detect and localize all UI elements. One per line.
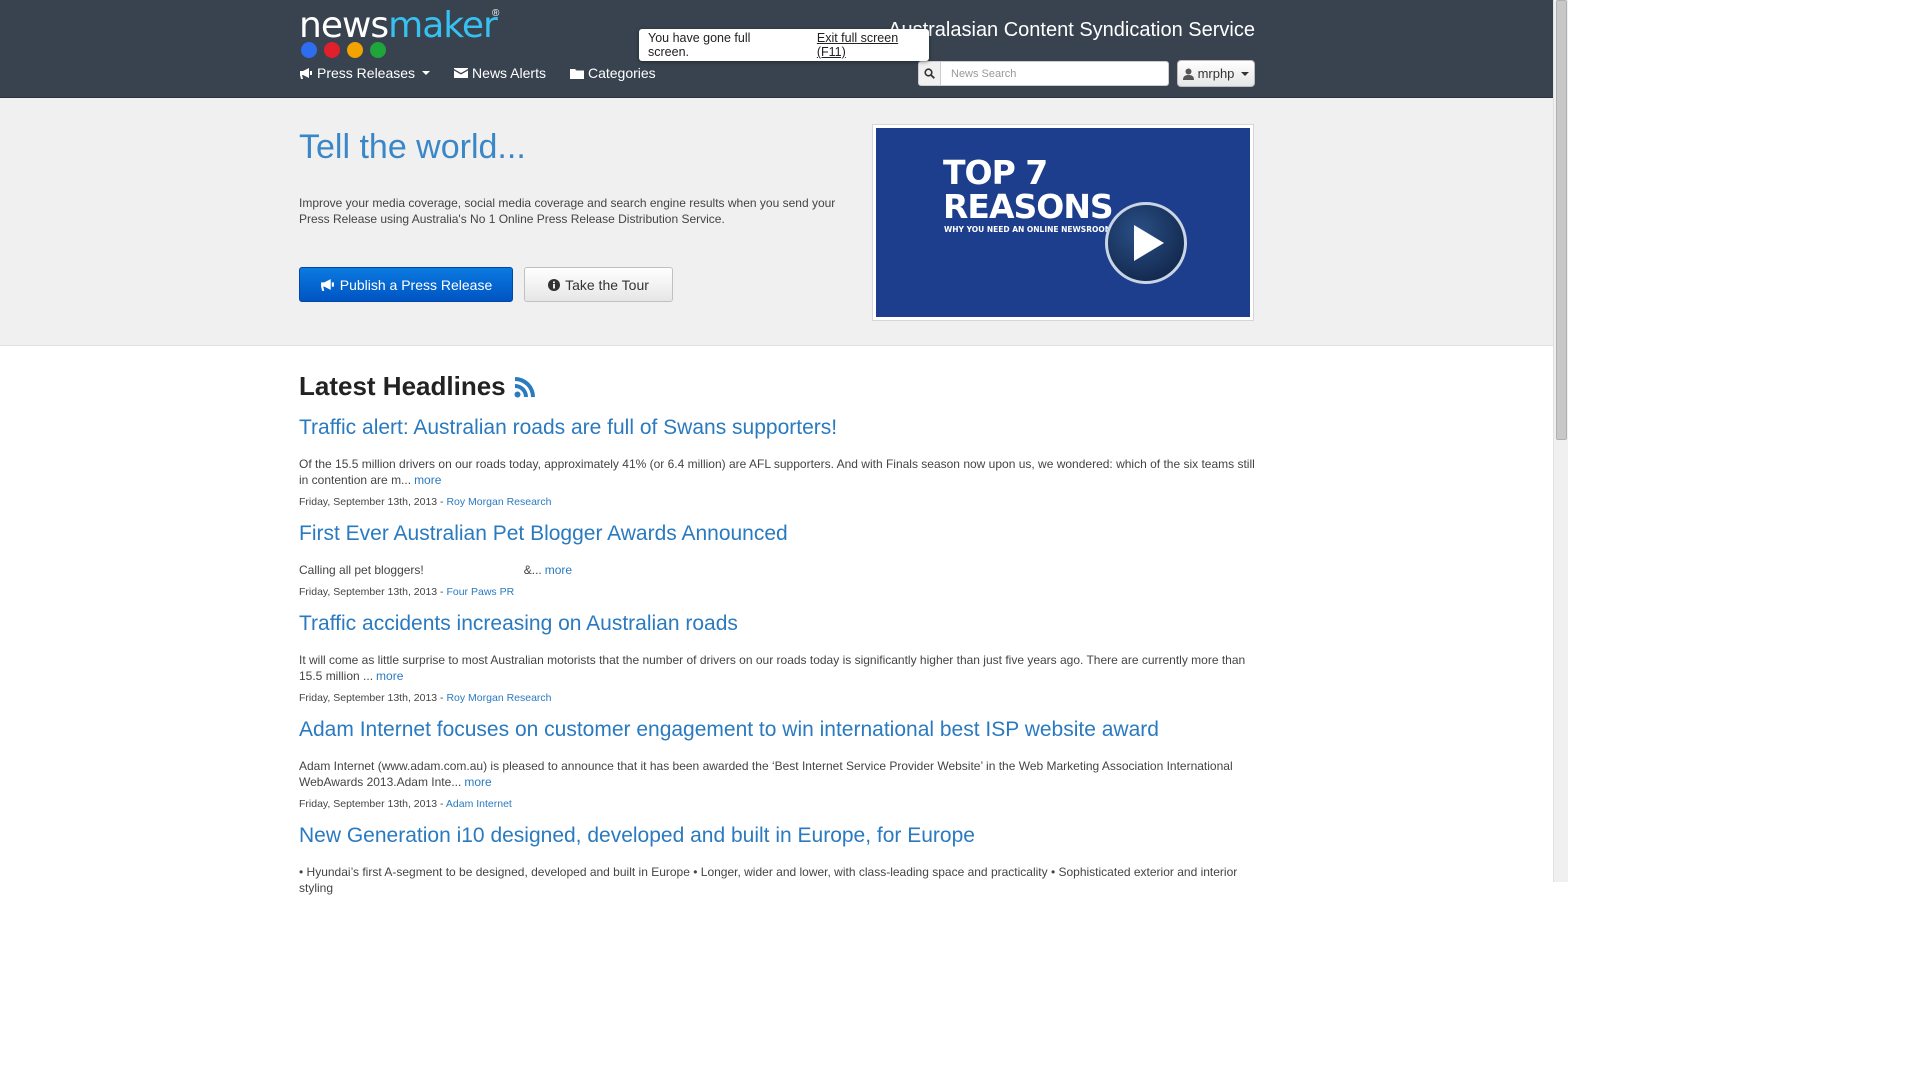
headline-source-link[interactable]: Roy Morgan Research xyxy=(446,496,551,508)
publish-press-release-button[interactable]: Publish a Press Release xyxy=(299,267,513,302)
user-icon xyxy=(1182,68,1194,80)
headline-date: Friday, September 13th, 2013 - xyxy=(299,692,447,704)
search-icon xyxy=(924,68,935,79)
info-icon xyxy=(548,278,561,291)
headline-excerpt: Adam Internet (www.adam.com.au) is pleas… xyxy=(299,758,1259,790)
nav-press-releases[interactable]: Press Releases xyxy=(299,65,431,81)
nav-news-alerts-label: News Alerts xyxy=(472,65,546,81)
nav-categories[interactable]: Categories xyxy=(569,65,656,81)
video-subtitle: WHY YOU NEED AN ONLINE NEWSROOM xyxy=(944,225,1113,234)
logo-registered-mark: ® xyxy=(492,8,500,19)
play-icon xyxy=(1134,225,1164,261)
headline-excerpt: Calling all pet bloggers! &... more xyxy=(299,562,1259,578)
tour-label: Take the Tour xyxy=(565,276,649,293)
read-more-link[interactable]: more xyxy=(545,563,572,577)
headline-excerpt-text: Of the 15.5 million drivers on our roads… xyxy=(299,457,1255,487)
video-player[interactable]: TOP 7 REASONS WHY YOU NEED AN ONLINE NEW… xyxy=(872,124,1254,321)
headline-source-link[interactable]: Roy Morgan Research xyxy=(446,692,551,704)
headline-source-link[interactable]: Four Paws PR xyxy=(446,586,514,598)
hero-title: Tell the world... xyxy=(299,128,526,166)
headline-source-link[interactable]: Adam Internet xyxy=(446,798,512,810)
fullscreen-message: You have gone full screen. xyxy=(648,31,751,59)
headline-excerpt-text: Calling all pet bloggers! &... xyxy=(299,563,542,577)
chevron-down-icon xyxy=(422,71,431,75)
nav-press-releases-label: Press Releases xyxy=(317,65,416,81)
exit-fullscreen-link[interactable]: Exit full screen (F11) xyxy=(817,31,929,59)
page-scrollbar[interactable] xyxy=(1553,0,1568,882)
take-tour-button[interactable]: Take the Tour xyxy=(524,267,673,302)
headline-item: Adam Internet focuses on customer engage… xyxy=(299,718,1259,810)
hero-description: Improve your media coverage, social medi… xyxy=(299,196,836,226)
logo-maker: maker xyxy=(388,5,498,46)
logo-dot-green xyxy=(370,42,386,58)
main-nav: Press Releases News Alerts Categories xyxy=(299,65,656,81)
play-button[interactable] xyxy=(1105,202,1187,284)
logo-dots xyxy=(301,42,386,58)
user-menu-button[interactable]: mrphp xyxy=(1177,60,1255,87)
headline-date: Friday, September 13th, 2013 - xyxy=(299,496,447,508)
hero-section: Tell the world... Improve your media cov… xyxy=(0,98,1553,346)
headline-title-link[interactable]: Traffic alert: Australian roads are full… xyxy=(299,416,1259,440)
headline-meta: Friday, September 13th, 2013 - Roy Morga… xyxy=(299,692,1259,704)
publish-label: Publish a Press Release xyxy=(339,276,493,293)
chevron-down-icon xyxy=(1241,71,1250,76)
headline-excerpt: It will come as little surprise to most … xyxy=(299,652,1259,684)
search-input[interactable] xyxy=(941,61,1169,86)
logo-dot-blue xyxy=(301,42,317,58)
search-button[interactable] xyxy=(918,61,941,86)
logo-dot-yellow xyxy=(347,42,363,58)
headline-meta: Friday, September 13th, 2013 - Four Paws… xyxy=(299,586,1259,598)
user-name: mrphp xyxy=(1197,66,1235,81)
rss-icon[interactable] xyxy=(514,376,536,398)
headline-excerpt-text: Adam Internet (www.adam.com.au) is pleas… xyxy=(299,759,1233,789)
video-thumbnail: TOP 7 REASONS WHY YOU NEED AN ONLINE NEW… xyxy=(876,128,1250,317)
headline-item: Traffic alert: Australian roads are full… xyxy=(299,416,1259,508)
nav-news-alerts[interactable]: News Alerts xyxy=(454,65,546,81)
headline-date: Friday, September 13th, 2013 - xyxy=(299,798,446,810)
envelope-icon xyxy=(454,68,469,78)
video-title-line1: TOP 7 xyxy=(943,153,1048,192)
read-more-link[interactable]: more xyxy=(376,669,403,683)
megaphone-icon xyxy=(300,68,312,79)
headline-excerpt-text: It will come as little surprise to most … xyxy=(299,653,1246,683)
video-title-line2: REASONS xyxy=(943,187,1114,226)
headline-title-link[interactable]: First Ever Australian Pet Blogger Awards… xyxy=(299,522,1259,546)
headline-excerpt: • Hyundai’s first A-segment to be design… xyxy=(299,864,1259,896)
read-more-link[interactable]: more xyxy=(464,775,491,789)
headline-title-link[interactable]: Adam Internet focuses on customer engage… xyxy=(299,718,1259,742)
nav-categories-label: Categories xyxy=(587,65,656,81)
logo-dot-red xyxy=(324,42,340,58)
fullscreen-notice: You have gone full screen. Exit full scr… xyxy=(639,29,929,61)
headline-excerpt-text: • Hyundai’s first A-segment to be design… xyxy=(299,865,1238,895)
headline-item: New Generation i10 designed, developed a… xyxy=(299,824,1259,896)
headline-meta: Friday, September 13th, 2013 - Adam Inte… xyxy=(299,798,1259,810)
headline-excerpt: Of the 15.5 million drivers on our roads… xyxy=(299,456,1259,488)
read-more-link[interactable]: more xyxy=(414,473,441,487)
latest-headlines-heading: Latest Headlines xyxy=(299,371,536,402)
news-search xyxy=(918,61,1169,86)
latest-headlines-title: Latest Headlines xyxy=(299,371,506,401)
megaphone-icon xyxy=(320,279,334,291)
headline-item: Traffic accidents increasing on Australi… xyxy=(299,612,1259,704)
headline-meta: Friday, September 13th, 2013 - Roy Morga… xyxy=(299,496,1259,508)
headline-title-link[interactable]: New Generation i10 designed, developed a… xyxy=(299,824,1259,848)
scrollbar-thumb[interactable] xyxy=(1556,0,1567,440)
headline-item: First Ever Australian Pet Blogger Awards… xyxy=(299,522,1259,598)
newsmaker-logo[interactable]: newsmaker ® xyxy=(299,5,500,60)
logo-news: news xyxy=(299,5,389,46)
site-tagline: Australasian Content Syndication Service xyxy=(888,19,1255,41)
headline-date: Friday, September 13th, 2013 - xyxy=(299,586,447,598)
folder-icon xyxy=(569,68,584,79)
headline-title-link[interactable]: Traffic accidents increasing on Australi… xyxy=(299,612,1259,636)
